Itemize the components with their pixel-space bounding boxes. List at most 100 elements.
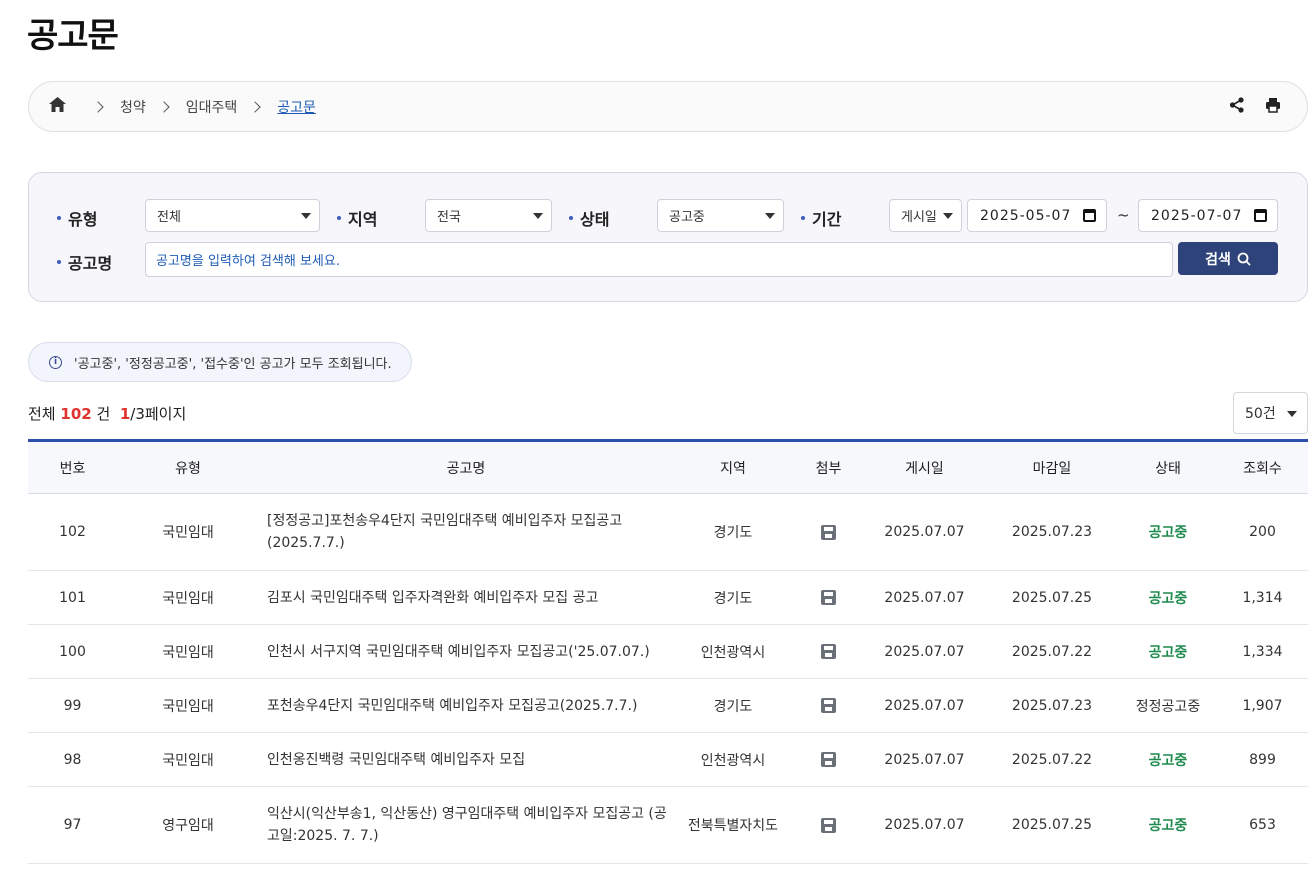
region-select[interactable]: 전국	[425, 199, 552, 232]
cell-no: 98	[28, 732, 117, 787]
table-row: 99 국민임대 포천송우4단지 국민임대주택 예비입주자 모집공고(2025.7…	[28, 678, 1308, 733]
caret-down-icon	[301, 213, 311, 219]
status-badge: 공고중	[1119, 570, 1217, 625]
announcement-title-link[interactable]: 김포시 국민임대주택 입주자격완화 예비입주자 모집 공고	[259, 570, 673, 625]
announcement-title-link[interactable]: 포천송우4단지 국민임대주택 예비입주자 모집공고(2025.7.7.)	[259, 678, 673, 733]
notice-banner: i '공고중', '정정공고중', '접수중'인 공고가 모두 조회됩니다.	[28, 342, 412, 382]
cell-region: 인천광역시	[673, 732, 793, 787]
breadcrumb-item-subscription[interactable]: 청약	[120, 97, 146, 117]
type-select[interactable]: 전체	[145, 199, 320, 232]
status-label: 상태	[569, 206, 609, 230]
caret-down-icon	[1287, 411, 1297, 417]
save-file-icon[interactable]	[821, 752, 836, 767]
cell-region: 경기도	[673, 570, 793, 625]
cell-posted: 2025.07.07	[864, 732, 985, 787]
header-views[interactable]: 조회수	[1217, 440, 1308, 494]
header-posted[interactable]: 게시일	[864, 440, 985, 494]
announcement-title-link[interactable]: [정정공고]포천송우4단지 국민임대주택 예비입주자 모집공고 (2025.7.…	[259, 493, 673, 571]
cell-no: 100	[28, 624, 117, 679]
save-file-icon[interactable]	[821, 590, 836, 605]
cell-type: 국민임대	[117, 570, 259, 625]
header-type[interactable]: 유형	[117, 440, 259, 494]
header-deadline[interactable]: 마감일	[985, 440, 1119, 494]
save-file-icon[interactable]	[821, 644, 836, 659]
status-badge: 정정공고중	[1119, 678, 1217, 733]
save-file-icon[interactable]	[821, 817, 836, 833]
announcement-title-link[interactable]: 익산시(익산부송1, 익산동산) 영구임대주택 예비입주자 모집공고 (공고일:…	[259, 786, 673, 864]
status-badge: 공고중	[1119, 786, 1217, 864]
save-file-icon[interactable]	[821, 698, 836, 713]
cell-views: 653	[1217, 786, 1308, 864]
breadcrumb-item-rental-housing[interactable]: 임대주택	[186, 97, 238, 117]
notice-text: '공고중', '정정공고중', '접수중'인 공고가 모두 조회됩니다.	[74, 356, 392, 372]
breadcrumb: 청약 임대주택 공고문	[28, 81, 1308, 132]
status-badge: 공고중	[1119, 493, 1217, 571]
print-icon[interactable]	[1265, 97, 1281, 117]
share-icon[interactable]	[1229, 96, 1245, 117]
chevron-right-icon	[249, 100, 261, 113]
cell-posted: 2025.07.07	[864, 493, 985, 571]
date-to-input[interactable]: 2025-07-07	[1138, 199, 1278, 232]
chevron-right-icon	[92, 100, 104, 113]
caret-down-icon	[943, 213, 953, 219]
caret-down-icon	[533, 213, 543, 219]
date-separator: ~	[1117, 206, 1130, 224]
header-attachment[interactable]: 첨부	[793, 440, 864, 494]
cell-views: 200	[1217, 493, 1308, 571]
cell-posted: 2025.07.07	[864, 786, 985, 864]
table-header-row: 번호 유형 공고명 지역 첨부 게시일 마감일 상태 조회수	[28, 440, 1308, 494]
header-title[interactable]: 공고명	[259, 440, 673, 494]
period-label: 기간	[801, 206, 841, 230]
search-button[interactable]: 검색	[1178, 242, 1278, 275]
caret-down-icon	[765, 213, 775, 219]
breadcrumb-item-current[interactable]: 공고문	[277, 97, 316, 117]
total-count: 102	[60, 405, 92, 423]
period-type-select[interactable]: 게시일	[889, 199, 962, 232]
cell-posted: 2025.07.07	[864, 570, 985, 625]
home-icon[interactable]	[49, 97, 66, 116]
header-status[interactable]: 상태	[1119, 440, 1217, 494]
announcement-title-link[interactable]: 인천옹진백령 국민임대주택 예비입주자 모집	[259, 732, 673, 787]
cell-no: 101	[28, 570, 117, 625]
header-region[interactable]: 지역	[673, 440, 793, 494]
cell-region: 전북특별자치도	[673, 786, 793, 864]
cell-deadline: 2025.07.23	[985, 678, 1119, 733]
table-row: 98 국민임대 인천옹진백령 국민임대주택 예비입주자 모집 인천광역시 202…	[28, 732, 1308, 787]
save-file-icon[interactable]	[821, 524, 836, 540]
cell-type: 국민임대	[117, 732, 259, 787]
cell-region: 인천광역시	[673, 624, 793, 679]
cell-deadline: 2025.07.22	[985, 732, 1119, 787]
table-row: 97 영구임대 익산시(익산부송1, 익산동산) 영구임대주택 예비입주자 모집…	[28, 786, 1308, 864]
announcement-name-input[interactable]: 공고명을 입력하여 검색해 보세요.	[145, 242, 1173, 277]
cell-views: 899	[1217, 732, 1308, 787]
current-page: 1	[119, 405, 131, 423]
cell-region: 경기도	[673, 678, 793, 733]
cell-views: 1,334	[1217, 624, 1308, 679]
cell-views: 1,907	[1217, 678, 1308, 733]
page-size-select[interactable]: 50건	[1233, 392, 1308, 434]
cell-type: 국민임대	[117, 624, 259, 679]
calendar-icon[interactable]	[1083, 209, 1096, 222]
search-panel: 유형 전체 지역 전국 상태 공고중 기간 게시일 2025-05-07 ~ 2…	[28, 172, 1308, 302]
result-summary: 전체 102 건 1/3페이지	[28, 405, 187, 423]
announcement-title-link[interactable]: 인천시 서구지역 국민임대주택 예비입주자 모집공고('25.07.07.)	[259, 624, 673, 679]
region-label: 지역	[337, 206, 377, 230]
table-row: 101 국민임대 김포시 국민임대주택 입주자격완화 예비입주자 모집 공고 경…	[28, 570, 1308, 625]
cell-deadline: 2025.07.25	[985, 786, 1119, 864]
name-label: 공고명	[57, 250, 112, 274]
cell-posted: 2025.07.07	[864, 624, 985, 679]
cell-type: 국민임대	[117, 493, 259, 571]
header-no[interactable]: 번호	[28, 440, 117, 494]
calendar-icon[interactable]	[1254, 209, 1267, 222]
chevron-right-icon	[158, 100, 170, 113]
cell-no: 99	[28, 678, 117, 733]
cell-no: 97	[28, 786, 117, 864]
status-select[interactable]: 공고중	[657, 199, 784, 232]
announcement-table: 번호 유형 공고명 지역 첨부 게시일 마감일 상태 조회수 102 국민임대 …	[28, 439, 1308, 864]
search-icon	[1237, 252, 1251, 266]
table-row: 100 국민임대 인천시 서구지역 국민임대주택 예비입주자 모집공고('25.…	[28, 624, 1308, 679]
date-from-input[interactable]: 2025-05-07	[967, 199, 1107, 232]
cell-deadline: 2025.07.23	[985, 493, 1119, 571]
status-badge: 공고중	[1119, 732, 1217, 787]
page-title: 공고문	[27, 16, 119, 56]
